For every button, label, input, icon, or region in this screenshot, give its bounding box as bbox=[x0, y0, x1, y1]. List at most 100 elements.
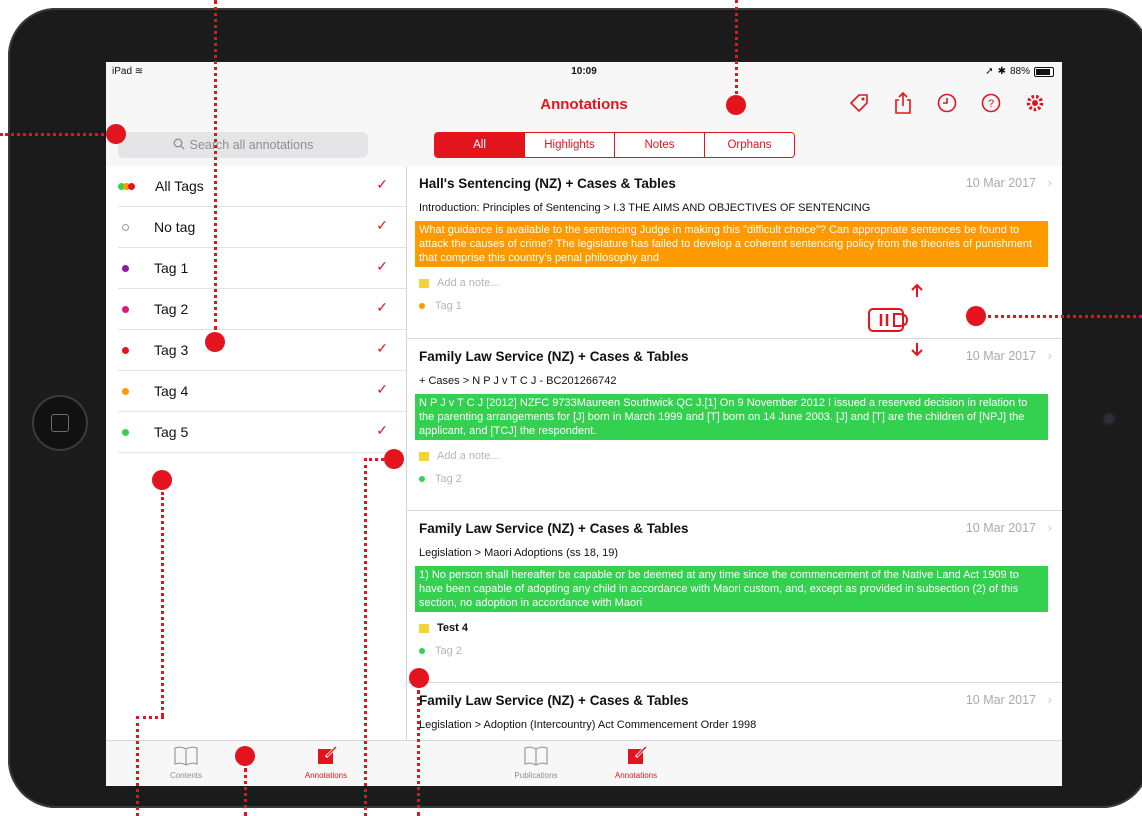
checkmark-icon: ✓ bbox=[376, 422, 388, 438]
annotation-path: Legislation > Maori Adoptions (ss 18, 19… bbox=[419, 547, 619, 559]
annotation-date: 10 Mar 2017 bbox=[965, 693, 1036, 707]
book-icon bbox=[496, 745, 576, 767]
checkmark-icon: ✓ bbox=[376, 217, 388, 233]
callout-dot-search bbox=[106, 124, 126, 144]
tag-name: Tag 1 bbox=[435, 300, 462, 312]
tag-row-5[interactable]: Tag 5 ✓ bbox=[118, 412, 406, 453]
callout-line bbox=[417, 690, 420, 816]
chevron-right-icon: › bbox=[1047, 348, 1052, 363]
annotation-path: Legislation > Adoption (Intercountry) Ac… bbox=[419, 719, 757, 731]
home-button[interactable] bbox=[32, 395, 88, 451]
filter-segmented-control: All Highlights Notes Orphans bbox=[434, 132, 795, 158]
history-icon[interactable] bbox=[934, 90, 960, 116]
tab-annotations-left[interactable]: Annotations bbox=[286, 745, 366, 780]
callout-dot-tags bbox=[205, 332, 225, 352]
svg-text:?: ? bbox=[988, 98, 994, 110]
front-camera bbox=[1104, 414, 1114, 424]
chevron-right-icon: › bbox=[1047, 692, 1052, 707]
note-icon bbox=[419, 623, 429, 633]
tag-color-dot bbox=[122, 346, 129, 354]
callout-line bbox=[364, 458, 384, 461]
book-icon bbox=[146, 745, 226, 767]
annotation-tag[interactable]: Tag 2 bbox=[419, 473, 1062, 493]
status-right: ➚ ✱ 88% bbox=[985, 66, 1054, 77]
annotation-list: Hall's Sentencing (NZ) + Cases & Tables … bbox=[407, 166, 1062, 740]
segment-notes[interactable]: Notes bbox=[614, 133, 704, 157]
chevron-right-icon: › bbox=[1047, 175, 1052, 190]
tag-color-dot bbox=[419, 648, 425, 654]
tag-color-dot bbox=[122, 305, 129, 313]
annotation-date: 10 Mar 2017 bbox=[965, 176, 1036, 190]
search-placeholder: Search all annotations bbox=[189, 138, 314, 152]
note-icon bbox=[419, 451, 429, 461]
segment-orphans[interactable]: Orphans bbox=[704, 133, 794, 157]
highlight-text[interactable]: N P J v T C J [2012] NZFC 9733Maureen So… bbox=[415, 394, 1048, 440]
tag-row-all[interactable]: All Tags ✓ bbox=[118, 166, 406, 207]
callout-dot-tabbar bbox=[235, 746, 255, 766]
tag-row-none[interactable]: No tag ✓ bbox=[118, 207, 406, 248]
callout-line bbox=[161, 492, 164, 716]
note-entry[interactable]: Test 4 bbox=[419, 619, 1062, 637]
annotation-card[interactable]: Family Law Service (NZ) + Cases & Tables… bbox=[407, 683, 1062, 740]
search-icon bbox=[173, 138, 185, 153]
all-tags-icon bbox=[118, 182, 135, 190]
tag-color-dot bbox=[122, 428, 129, 436]
highlight-text[interactable]: What guidance is available to the senten… bbox=[415, 221, 1048, 267]
callout-line bbox=[244, 768, 247, 816]
tab-publications[interactable]: Publications bbox=[496, 745, 576, 780]
app-screen: iPad ≋ 10:09 ➚ ✱ 88% Annotations ? Searc… bbox=[106, 62, 1062, 786]
tag-label: Tag 4 bbox=[154, 383, 189, 399]
tag-row-4[interactable]: Tag 4 ✓ bbox=[118, 371, 406, 412]
tab-annotations-right[interactable]: Annotations bbox=[596, 745, 676, 780]
add-note-button[interactable]: Add a note... bbox=[419, 447, 1062, 465]
tag-label: No tag bbox=[154, 219, 196, 235]
annotation-card[interactable]: Family Law Service (NZ) + Cases & Tables… bbox=[407, 511, 1062, 683]
segment-highlights[interactable]: Highlights bbox=[524, 133, 614, 157]
tag-label: Tag 3 bbox=[154, 342, 189, 358]
annotation-path: Introduction: Principles of Sentencing >… bbox=[419, 202, 871, 214]
search-input[interactable]: Search all annotations bbox=[118, 132, 368, 158]
callout-line bbox=[136, 716, 164, 719]
tag-row-2[interactable]: Tag 2 ✓ bbox=[118, 289, 406, 330]
checkmark-icon: ✓ bbox=[376, 340, 388, 356]
ipad-frame: iPad ≋ 10:09 ➚ ✱ 88% Annotations ? Searc… bbox=[8, 8, 1142, 808]
segment-all[interactable]: All bbox=[435, 133, 524, 157]
tag-label: Tag 2 bbox=[154, 301, 189, 317]
status-time: 10:09 bbox=[571, 66, 597, 77]
tab-label: Annotations bbox=[614, 771, 658, 780]
annotation-tag[interactable]: Tag 2 bbox=[419, 645, 1062, 665]
tag-icon[interactable] bbox=[846, 90, 872, 116]
callout-line bbox=[364, 458, 367, 816]
annotate-icon bbox=[596, 745, 676, 767]
tab-contents[interactable]: Contents bbox=[146, 745, 226, 780]
checkmark-icon: ✓ bbox=[376, 381, 388, 397]
tag-name: Tag 2 bbox=[435, 473, 462, 485]
annotation-card[interactable]: Hall's Sentencing (NZ) + Cases & Tables … bbox=[407, 166, 1062, 339]
share-icon[interactable] bbox=[890, 90, 916, 116]
tag-row-1[interactable]: Tag 1 ✓ bbox=[118, 248, 406, 289]
tag-color-dot bbox=[419, 303, 425, 309]
checkmark-icon: ✓ bbox=[376, 299, 388, 315]
highlight-text[interactable]: 1) No person shall hereafter be capable … bbox=[415, 566, 1048, 612]
annotation-card[interactable]: Family Law Service (NZ) + Cases & Tables… bbox=[407, 339, 1062, 511]
help-icon[interactable]: ? bbox=[978, 90, 1004, 116]
callout-line bbox=[0, 133, 104, 136]
callout-line bbox=[988, 315, 1142, 318]
tag-row-3[interactable]: Tag 3 ✓ bbox=[118, 330, 406, 371]
callout-line bbox=[735, 0, 738, 94]
tag-label: All Tags bbox=[155, 178, 204, 194]
chevron-right-icon: › bbox=[1047, 520, 1052, 535]
split-drag-handle[interactable] bbox=[867, 283, 933, 357]
empty-dot-icon bbox=[122, 223, 129, 231]
callout-dot-note bbox=[384, 449, 404, 469]
tag-color-dot bbox=[122, 387, 129, 395]
note-icon bbox=[419, 278, 429, 288]
annotation-date: 10 Mar 2017 bbox=[965, 521, 1036, 535]
tab-label: Publications bbox=[514, 771, 558, 780]
annotate-icon bbox=[286, 745, 366, 767]
bluetooth-icon: ✱ bbox=[997, 66, 1006, 77]
filter-toolbar: Search all annotations All Highlights No… bbox=[106, 128, 1062, 167]
add-note-button[interactable]: Add a note... bbox=[419, 274, 1062, 292]
tab-label: Contents bbox=[169, 771, 203, 780]
settings-icon[interactable] bbox=[1022, 90, 1048, 116]
